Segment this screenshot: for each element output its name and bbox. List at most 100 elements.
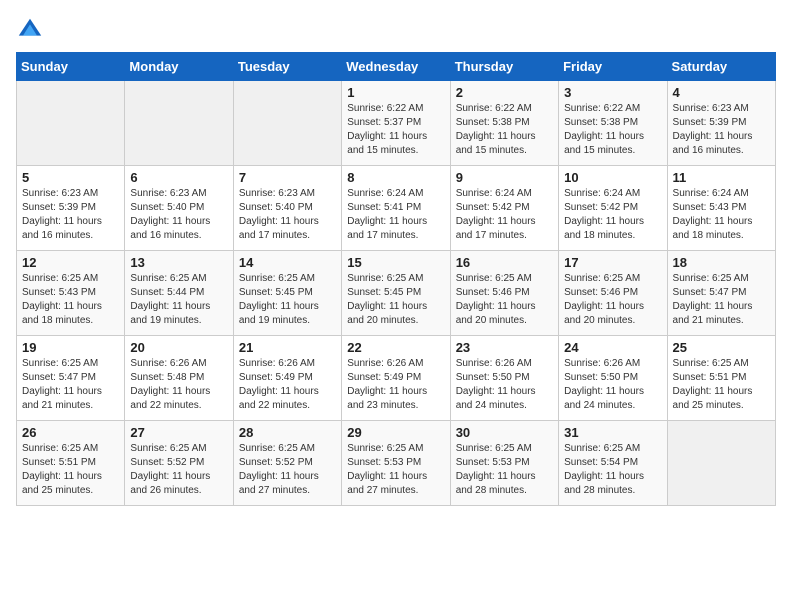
day-info: Sunrise: 6:25 AM Sunset: 5:43 PM Dayligh… bbox=[22, 272, 119, 328]
day-number: 14 bbox=[239, 255, 336, 270]
calendar-day-cell bbox=[233, 81, 341, 166]
calendar-day-cell: 31 Sunrise: 6:25 AM Sunset: 5:54 PM Dayli… bbox=[559, 421, 667, 506]
calendar-day-cell: 5 Sunrise: 6:23 AM Sunset: 5:39 PM Daylig… bbox=[17, 166, 125, 251]
calendar-day-cell: 13 Sunrise: 6:25 AM Sunset: 5:44 PM Dayli… bbox=[125, 251, 233, 336]
day-number: 12 bbox=[22, 255, 119, 270]
day-number: 21 bbox=[239, 340, 336, 355]
calendar-day-cell: 4 Sunrise: 6:23 AM Sunset: 5:39 PM Daylig… bbox=[667, 81, 775, 166]
calendar-week-row: 26 Sunrise: 6:25 AM Sunset: 5:51 PM Dayli… bbox=[17, 421, 776, 506]
day-info: Sunrise: 6:25 AM Sunset: 5:51 PM Dayligh… bbox=[22, 442, 119, 498]
calendar-day-cell: 1Sunrise: 6:22 AM Sunset: 5:37 PM Daylig… bbox=[342, 81, 450, 166]
calendar-day-cell: 23 Sunrise: 6:26 AM Sunset: 5:50 PM Dayli… bbox=[450, 336, 558, 421]
day-number: 31 bbox=[564, 425, 661, 440]
day-info: Sunrise: 6:25 AM Sunset: 5:46 PM Dayligh… bbox=[564, 272, 661, 328]
day-info: Sunrise: 6:25 AM Sunset: 5:52 PM Dayligh… bbox=[239, 442, 336, 498]
day-info: Sunrise: 6:25 AM Sunset: 5:53 PM Dayligh… bbox=[347, 442, 444, 498]
day-info: Sunrise: 6:25 AM Sunset: 5:45 PM Dayligh… bbox=[239, 272, 336, 328]
day-number: 11 bbox=[673, 170, 770, 185]
day-number: 3 bbox=[564, 85, 661, 100]
day-info: Sunrise: 6:25 AM Sunset: 5:44 PM Dayligh… bbox=[130, 272, 227, 328]
day-number: 22 bbox=[347, 340, 444, 355]
day-number: 16 bbox=[456, 255, 553, 270]
logo-icon bbox=[16, 16, 44, 44]
day-info: Sunrise: 6:23 AM Sunset: 5:39 PM Dayligh… bbox=[22, 187, 119, 243]
day-info: Sunrise: 6:26 AM Sunset: 5:48 PM Dayligh… bbox=[130, 357, 227, 413]
calendar-week-row: 19 Sunrise: 6:25 AM Sunset: 5:47 PM Dayli… bbox=[17, 336, 776, 421]
day-info: Sunrise: 6:25 AM Sunset: 5:54 PM Dayligh… bbox=[564, 442, 661, 498]
calendar-day-cell bbox=[667, 421, 775, 506]
calendar-day-cell: 8Sunrise: 6:24 AM Sunset: 5:41 PM Daylig… bbox=[342, 166, 450, 251]
day-number: 30 bbox=[456, 425, 553, 440]
day-number: 5 bbox=[22, 170, 119, 185]
weekday-header-sunday: Sunday bbox=[17, 53, 125, 81]
day-number: 27 bbox=[130, 425, 227, 440]
weekday-header-friday: Friday bbox=[559, 53, 667, 81]
calendar-day-cell: 21 Sunrise: 6:26 AM Sunset: 5:49 PM Dayli… bbox=[233, 336, 341, 421]
day-info: Sunrise: 6:25 AM Sunset: 5:53 PM Dayligh… bbox=[456, 442, 553, 498]
calendar-day-cell bbox=[125, 81, 233, 166]
calendar-day-cell: 15Sunrise: 6:25 AM Sunset: 5:45 PM Dayli… bbox=[342, 251, 450, 336]
day-info: Sunrise: 6:24 AM Sunset: 5:42 PM Dayligh… bbox=[456, 187, 553, 243]
day-info: Sunrise: 6:26 AM Sunset: 5:49 PM Dayligh… bbox=[239, 357, 336, 413]
day-number: 2 bbox=[456, 85, 553, 100]
calendar-day-cell: 26 Sunrise: 6:25 AM Sunset: 5:51 PM Dayli… bbox=[17, 421, 125, 506]
calendar-day-cell: 16 Sunrise: 6:25 AM Sunset: 5:46 PM Dayli… bbox=[450, 251, 558, 336]
weekday-header-thursday: Thursday bbox=[450, 53, 558, 81]
calendar-week-row: 1Sunrise: 6:22 AM Sunset: 5:37 PM Daylig… bbox=[17, 81, 776, 166]
calendar-day-cell: 2 Sunrise: 6:22 AM Sunset: 5:38 PM Daylig… bbox=[450, 81, 558, 166]
weekday-header-saturday: Saturday bbox=[667, 53, 775, 81]
day-info: Sunrise: 6:25 AM Sunset: 5:46 PM Dayligh… bbox=[456, 272, 553, 328]
calendar-day-cell: 6Sunrise: 6:23 AM Sunset: 5:40 PM Daylig… bbox=[125, 166, 233, 251]
day-info: Sunrise: 6:22 AM Sunset: 5:38 PM Dayligh… bbox=[456, 102, 553, 158]
day-info: Sunrise: 6:24 AM Sunset: 5:42 PM Dayligh… bbox=[564, 187, 661, 243]
calendar-day-cell: 19 Sunrise: 6:25 AM Sunset: 5:47 PM Dayli… bbox=[17, 336, 125, 421]
day-info: Sunrise: 6:25 AM Sunset: 5:51 PM Dayligh… bbox=[673, 357, 770, 413]
calendar-day-cell: 27 Sunrise: 6:25 AM Sunset: 5:52 PM Dayli… bbox=[125, 421, 233, 506]
calendar-day-cell: 20 Sunrise: 6:26 AM Sunset: 5:48 PM Dayli… bbox=[125, 336, 233, 421]
day-number: 18 bbox=[673, 255, 770, 270]
weekday-header-monday: Monday bbox=[125, 53, 233, 81]
calendar-week-row: 12 Sunrise: 6:25 AM Sunset: 5:43 PM Dayli… bbox=[17, 251, 776, 336]
calendar-day-cell: 12 Sunrise: 6:25 AM Sunset: 5:43 PM Dayli… bbox=[17, 251, 125, 336]
day-info: Sunrise: 6:25 AM Sunset: 5:47 PM Dayligh… bbox=[22, 357, 119, 413]
day-number: 23 bbox=[456, 340, 553, 355]
calendar-day-cell: 24 Sunrise: 6:26 AM Sunset: 5:50 PM Dayli… bbox=[559, 336, 667, 421]
day-info: Sunrise: 6:23 AM Sunset: 5:40 PM Dayligh… bbox=[239, 187, 336, 243]
day-number: 25 bbox=[673, 340, 770, 355]
day-info: Sunrise: 6:25 AM Sunset: 5:47 PM Dayligh… bbox=[673, 272, 770, 328]
calendar-day-cell: 14 Sunrise: 6:25 AM Sunset: 5:45 PM Dayli… bbox=[233, 251, 341, 336]
calendar-day-cell: 29Sunrise: 6:25 AM Sunset: 5:53 PM Dayli… bbox=[342, 421, 450, 506]
calendar-table: SundayMondayTuesdayWednesdayThursdayFrid… bbox=[16, 52, 776, 506]
day-info: Sunrise: 6:26 AM Sunset: 5:49 PM Dayligh… bbox=[347, 357, 444, 413]
day-number: 19 bbox=[22, 340, 119, 355]
calendar-day-cell: 28Sunrise: 6:25 AM Sunset: 5:52 PM Dayli… bbox=[233, 421, 341, 506]
logo bbox=[16, 16, 48, 44]
calendar-day-cell: 10 Sunrise: 6:24 AM Sunset: 5:42 PM Dayli… bbox=[559, 166, 667, 251]
day-number: 10 bbox=[564, 170, 661, 185]
day-number: 15 bbox=[347, 255, 444, 270]
calendar-day-cell: 25 Sunrise: 6:25 AM Sunset: 5:51 PM Dayli… bbox=[667, 336, 775, 421]
calendar-day-cell: 3 Sunrise: 6:22 AM Sunset: 5:38 PM Daylig… bbox=[559, 81, 667, 166]
weekday-header-row: SundayMondayTuesdayWednesdayThursdayFrid… bbox=[17, 53, 776, 81]
day-number: 26 bbox=[22, 425, 119, 440]
calendar-day-cell: 7Sunrise: 6:23 AM Sunset: 5:40 PM Daylig… bbox=[233, 166, 341, 251]
day-number: 20 bbox=[130, 340, 227, 355]
day-info: Sunrise: 6:23 AM Sunset: 5:39 PM Dayligh… bbox=[673, 102, 770, 158]
day-number: 9 bbox=[456, 170, 553, 185]
day-info: Sunrise: 6:22 AM Sunset: 5:38 PM Dayligh… bbox=[564, 102, 661, 158]
calendar-day-cell: 22 Sunrise: 6:26 AM Sunset: 5:49 PM Dayli… bbox=[342, 336, 450, 421]
day-number: 17 bbox=[564, 255, 661, 270]
calendar-week-row: 5 Sunrise: 6:23 AM Sunset: 5:39 PM Daylig… bbox=[17, 166, 776, 251]
day-info: Sunrise: 6:26 AM Sunset: 5:50 PM Dayligh… bbox=[456, 357, 553, 413]
weekday-header-tuesday: Tuesday bbox=[233, 53, 341, 81]
day-number: 4 bbox=[673, 85, 770, 100]
day-number: 13 bbox=[130, 255, 227, 270]
calendar-day-cell: 11 Sunrise: 6:24 AM Sunset: 5:43 PM Dayli… bbox=[667, 166, 775, 251]
day-number: 8 bbox=[347, 170, 444, 185]
day-info: Sunrise: 6:24 AM Sunset: 5:43 PM Dayligh… bbox=[673, 187, 770, 243]
day-number: 1 bbox=[347, 85, 444, 100]
day-number: 24 bbox=[564, 340, 661, 355]
day-info: Sunrise: 6:26 AM Sunset: 5:50 PM Dayligh… bbox=[564, 357, 661, 413]
calendar-day-cell bbox=[17, 81, 125, 166]
day-info: Sunrise: 6:25 AM Sunset: 5:52 PM Dayligh… bbox=[130, 442, 227, 498]
